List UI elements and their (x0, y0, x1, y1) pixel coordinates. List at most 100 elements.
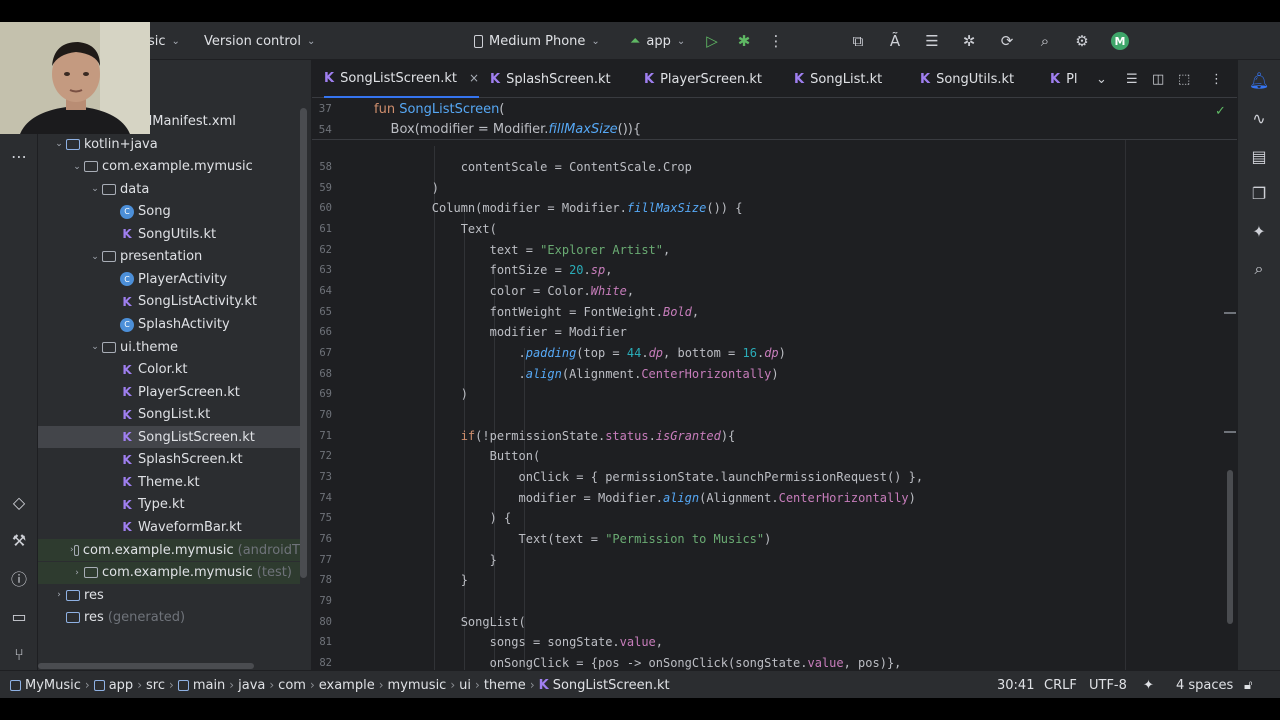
search-icon[interactable]: ⌕ (1034, 30, 1056, 52)
chevron-right-icon[interactable]: › (52, 590, 66, 600)
breadcrumb-item[interactable]: java (238, 678, 265, 693)
close-icon[interactable]: × (469, 71, 479, 85)
file-encoding[interactable]: UTF-8 (1089, 671, 1127, 698)
tree-item[interactable]: › com.example.mymusic (androidT (38, 539, 300, 561)
more-vertical-icon[interactable]: ⋮ (1210, 60, 1223, 98)
account-avatar[interactable]: M (1109, 30, 1131, 52)
tree-item[interactable]: res (generated) (38, 607, 300, 629)
breadcrumb-item[interactable]: SongListScreen.kt (553, 678, 670, 693)
git-icon[interactable]: ⑂ (7, 642, 31, 666)
chevron-right-icon[interactable]: › (70, 568, 84, 578)
code-text: Button( (374, 449, 541, 463)
breadcrumb-item[interactable]: ui (459, 678, 471, 693)
device-file-icon[interactable]: ▤ (1247, 144, 1271, 168)
caret-position[interactable]: 30:41 (997, 671, 1034, 698)
translate-icon[interactable]: Ã (884, 30, 906, 52)
chevron-down-icon[interactable]: ⌄ (52, 139, 66, 149)
lock-icon[interactable]: 🔓︎ (1244, 671, 1252, 698)
tree-item[interactable]: K Theme.kt (38, 471, 300, 493)
tree-item[interactable]: K SongListScreen.kt (38, 426, 300, 449)
sync-icon[interactable]: ⟳ (996, 30, 1018, 52)
breadcrumb-item[interactable]: app (109, 678, 133, 693)
kotlin-file-icon: K (122, 452, 132, 467)
ai-icon[interactable]: ✦ (1143, 671, 1154, 698)
breadcrumb-item[interactable]: example (319, 678, 375, 693)
run-icon[interactable]: ▷ (701, 30, 723, 52)
breadcrumb-item[interactable]: com (278, 678, 306, 693)
code-token: Box(modifier = Modifier. (374, 122, 549, 137)
line-separator[interactable]: CRLF (1044, 671, 1077, 698)
inspect-icon[interactable]: ⌕ (1247, 257, 1271, 281)
chevron-down-icon[interactable]: ⌄ (88, 342, 102, 352)
breadcrumb-item[interactable]: theme (484, 678, 526, 693)
tab-playerscreen-kt[interactable]: K PlayerScreen.kt (644, 60, 762, 98)
tree-item[interactable]: C SplashActivity (38, 314, 300, 336)
copy-icon[interactable]: ❐ (1247, 181, 1271, 205)
project-selector[interactable]: sic ⌄ (148, 22, 180, 60)
tab-splashscreen-kt[interactable]: K SplashScreen.kt (490, 60, 611, 98)
breadcrumb-item[interactable]: src (146, 678, 165, 693)
plugin-icon[interactable]: ✲ (958, 30, 980, 52)
gemini-icon[interactable]: ✦ (1247, 219, 1271, 243)
tab-songlistscreen-kt[interactable]: K SongListScreen.kt × (324, 60, 480, 98)
chevron-down-icon[interactable]: ⌄ (70, 162, 84, 172)
tree-item[interactable]: C Song (38, 201, 300, 223)
line-number: 37 (318, 103, 332, 115)
tree-item[interactable]: K SongListActivity.kt (38, 291, 300, 313)
tab-songlist-kt[interactable]: K SongList.kt (794, 60, 882, 98)
code-editor[interactable]: 58 contentScale = ContentScale.Crop 59 ) 6… (312, 98, 1237, 670)
tree-item[interactable]: ⌄ data (38, 178, 300, 200)
tree-item[interactable]: ⌄ presentation (38, 246, 300, 268)
tree-item[interactable]: K WaveformBar.kt (38, 516, 300, 538)
run-config-selector[interactable]: ⏶ app ⌄ (630, 22, 685, 60)
version-control-menu[interactable]: Version control ⌄ (204, 22, 315, 60)
breadcrumb-item[interactable]: MyMusic (25, 678, 81, 693)
chevron-down-icon: ⌄ (307, 35, 316, 47)
tree-item[interactable]: K SongList.kt (38, 404, 300, 426)
chevron-down-icon[interactable]: ⌄ (88, 252, 102, 262)
tree-hscrollbar[interactable] (38, 663, 254, 669)
build-icon[interactable]: ⚒ (7, 528, 31, 552)
editor-mode-split-icon[interactable]: ◫ (1152, 60, 1164, 98)
tab-pl[interactable]: K Pl (1050, 60, 1078, 98)
editor-mode-code-icon[interactable]: ☰ (1126, 60, 1138, 98)
tree-item[interactable]: › com.example.mymusic (test) (38, 561, 300, 584)
problems-icon[interactable]: ⓘ (7, 566, 31, 590)
tree-item[interactable]: C PlayerActivity (38, 268, 300, 290)
debug-icon[interactable]: ✱ (733, 30, 755, 52)
tree-item[interactable]: K SongUtils.kt (38, 223, 300, 245)
editor-mode-design-icon[interactable]: ⬚ (1178, 60, 1190, 98)
logcat-icon[interactable]: ☰ (921, 30, 943, 52)
device-manager-icon[interactable]: ⧉ (847, 30, 869, 52)
code-text: .align(Alignment.CenterHorizontally) (374, 367, 778, 381)
tree-item[interactable]: K Color.kt (38, 359, 300, 381)
breadcrumb-item[interactable]: main (193, 678, 225, 693)
more-vertical-icon[interactable]: ⋮ (765, 30, 787, 52)
code-token: Text(text = (374, 531, 606, 546)
tree-item[interactable]: ⌄ kotlin+java (38, 133, 300, 155)
tab-songutils-kt[interactable]: K SongUtils.kt (920, 60, 1014, 98)
tree-item[interactable]: K Type.kt (38, 494, 300, 516)
gradle-icon[interactable]: ∿ (1247, 106, 1271, 130)
gear-icon[interactable]: ⚙ (1071, 30, 1093, 52)
indent-setting[interactable]: 4 spaces (1176, 671, 1233, 698)
chevron-down-icon[interactable]: ⌄ (88, 184, 102, 194)
line-number: 60 (319, 202, 332, 215)
terminal-icon[interactable]: ▭ (7, 604, 31, 628)
breadcrumb-item[interactable]: mymusic (388, 678, 447, 693)
tree-item[interactable]: › res (38, 584, 300, 606)
tabs-overflow-chevron-icon[interactable]: ⌄ (1096, 60, 1107, 98)
notifications-icon[interactable]: 🔔︎ (1247, 68, 1271, 92)
more-horizontal-icon[interactable]: ⋯ (7, 144, 31, 168)
tree-item[interactable]: K SplashScreen.kt (38, 449, 300, 471)
project-tree: ⌄manifestsMAndroidManifest.xml⌄kotlin+ja… (38, 60, 312, 670)
code-token: songs = songState. (374, 635, 620, 650)
folder-icon (66, 138, 80, 150)
tree-item[interactable]: K PlayerScreen.kt (38, 381, 300, 403)
tree-scrollbar[interactable] (300, 108, 307, 578)
tree-item[interactable]: ⌄ com.example.mymusic (38, 156, 300, 178)
device-selector[interactable]: Medium Phone ⌄ (474, 22, 600, 60)
tree-item[interactable]: ⌄ ui.theme (38, 336, 300, 358)
gem-icon[interactable]: ◇ (7, 490, 31, 514)
chevron-right-icon: › (378, 678, 384, 692)
